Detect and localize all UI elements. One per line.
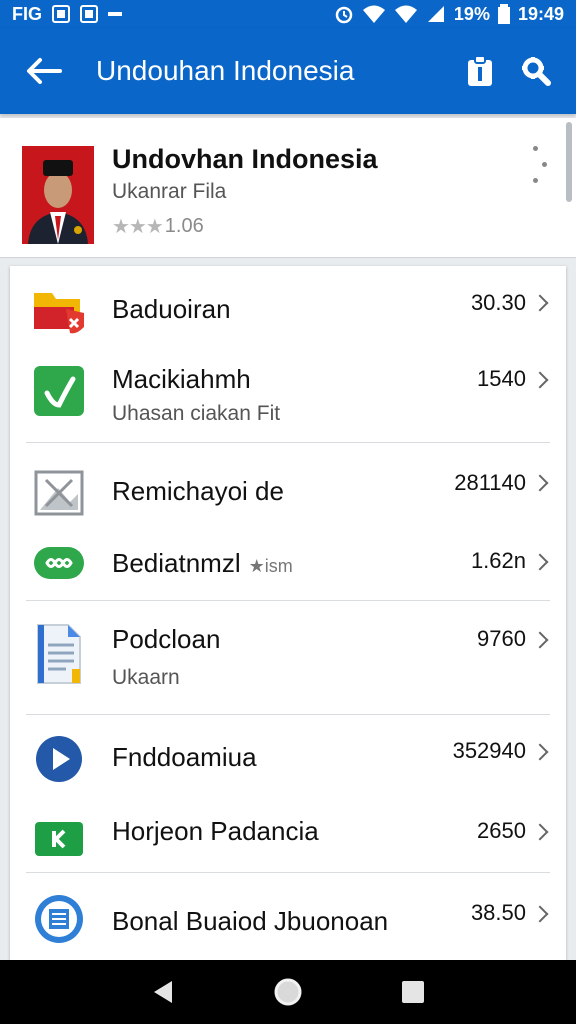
k-icon	[32, 812, 86, 866]
list-item-label: Remichayoi de	[112, 476, 284, 506]
status-bar: FIG 19% 19:49	[0, 0, 576, 28]
list-item-badge: ★ism	[248, 556, 293, 576]
list-item[interactable]: Bediatnmzl ★ism 1.62n	[10, 528, 566, 598]
back-triangle-icon[interactable]	[139, 968, 187, 1016]
list-item-value: 281140	[454, 470, 526, 495]
chevron-right-icon	[531, 553, 549, 571]
recents-square-icon[interactable]	[389, 968, 437, 1016]
square-icon	[80, 5, 98, 23]
list-item[interactable]: Horjeon Padancia 2650	[10, 800, 566, 876]
avatar	[22, 146, 94, 244]
list-item[interactable]: Baduoiran 30.30	[10, 266, 566, 346]
app-bar-title: Undouhan Indonesia	[96, 55, 355, 86]
list-item-value: 30.30	[470, 290, 526, 315]
dash-icon	[108, 12, 122, 16]
play-icon	[32, 732, 86, 786]
home-circle-icon[interactable]	[264, 968, 312, 1016]
infinity-icon	[32, 536, 86, 590]
more-vertical-icon[interactable]	[522, 146, 550, 190]
folder-icon	[32, 284, 86, 338]
rating-value: 1.06	[164, 215, 204, 237]
list-item-value: 2650	[477, 818, 526, 843]
app-subtitle: Ukanrar Fila	[112, 180, 227, 203]
chevron-right-icon	[531, 474, 549, 492]
chevron-right-icon	[531, 294, 549, 312]
app-header-card: Undovhan Indonesia Ukanrar Fila ★★★ 1.06	[0, 118, 576, 258]
list-item-value: 1540	[477, 366, 526, 391]
chevron-right-icon	[531, 631, 549, 649]
list-item-value: 1.62n	[470, 548, 526, 573]
list-item-label: Horjeon Padancia	[112, 816, 319, 846]
document-icon	[32, 622, 86, 686]
list-item-label: Macikiahmh	[112, 364, 251, 394]
list-item-label: Fnddoamiua	[112, 742, 257, 772]
list-item-label: Baduoiran	[112, 294, 231, 324]
app-list: Baduoiran 30.30 Macikiahmh Uhasan ciakan…	[10, 266, 566, 962]
divider	[26, 872, 550, 873]
list-item-label: Bonal Buaiod Jbuonoan	[112, 906, 389, 936]
list-item-value: 9760	[477, 626, 526, 651]
list-item-subtitle: Uhasan ciakan Fit	[112, 402, 281, 425]
app-bar: Undouhan Indonesia	[0, 28, 576, 114]
list-item[interactable]: Bonal Buaiod Jbuonoan 38.50	[10, 878, 566, 962]
chevron-right-icon	[531, 905, 549, 923]
system-nav-bar	[0, 960, 576, 1024]
chevron-right-icon	[531, 371, 549, 389]
list-item-label: Podcloan	[112, 624, 221, 654]
status-left-text: FIG	[12, 3, 42, 24]
chevron-right-icon	[531, 823, 549, 841]
list-item[interactable]: Fnddoamiua 352940	[10, 720, 566, 800]
app-rating: ★★★ 1.06	[112, 214, 204, 239]
list-item[interactable]: Podcloan Ukaarn 9760	[10, 606, 566, 712]
square-icon	[52, 5, 70, 23]
rating-stars: ★★★	[112, 216, 164, 238]
list-item-value: 352940	[452, 738, 526, 763]
wifi-icon	[362, 4, 386, 24]
list-item[interactable]: Macikiahmh Uhasan ciakan Fit 1540	[10, 348, 566, 442]
back-arrow-icon[interactable]	[12, 39, 76, 103]
divider	[26, 714, 550, 715]
list-item-value: 38.50	[470, 900, 526, 925]
battery-percent: 19%	[453, 3, 490, 24]
list-item[interactable]: Remichayoi de 281140	[10, 448, 566, 528]
wifi-icon	[394, 4, 418, 24]
alarm-icon	[334, 4, 354, 24]
scrollbar[interactable]	[566, 122, 572, 202]
list-item-subtitle: Ukaarn	[112, 666, 180, 689]
settings-icon[interactable]	[508, 43, 564, 99]
divider	[26, 600, 550, 601]
image-icon	[32, 466, 86, 520]
divider	[26, 442, 550, 443]
clock: 19:49	[517, 3, 564, 24]
clipboard-icon[interactable]	[452, 43, 508, 99]
check-icon	[32, 364, 86, 418]
app-title: Undovhan Indonesia	[112, 144, 378, 174]
signal-icon	[426, 4, 446, 24]
chevron-right-icon	[531, 743, 549, 761]
list-item-label-text: Bediatnmzl	[112, 548, 241, 578]
list-item-label: Bediatnmzl ★ism	[112, 548, 293, 579]
archive-icon	[32, 892, 86, 946]
battery-icon	[497, 4, 510, 24]
